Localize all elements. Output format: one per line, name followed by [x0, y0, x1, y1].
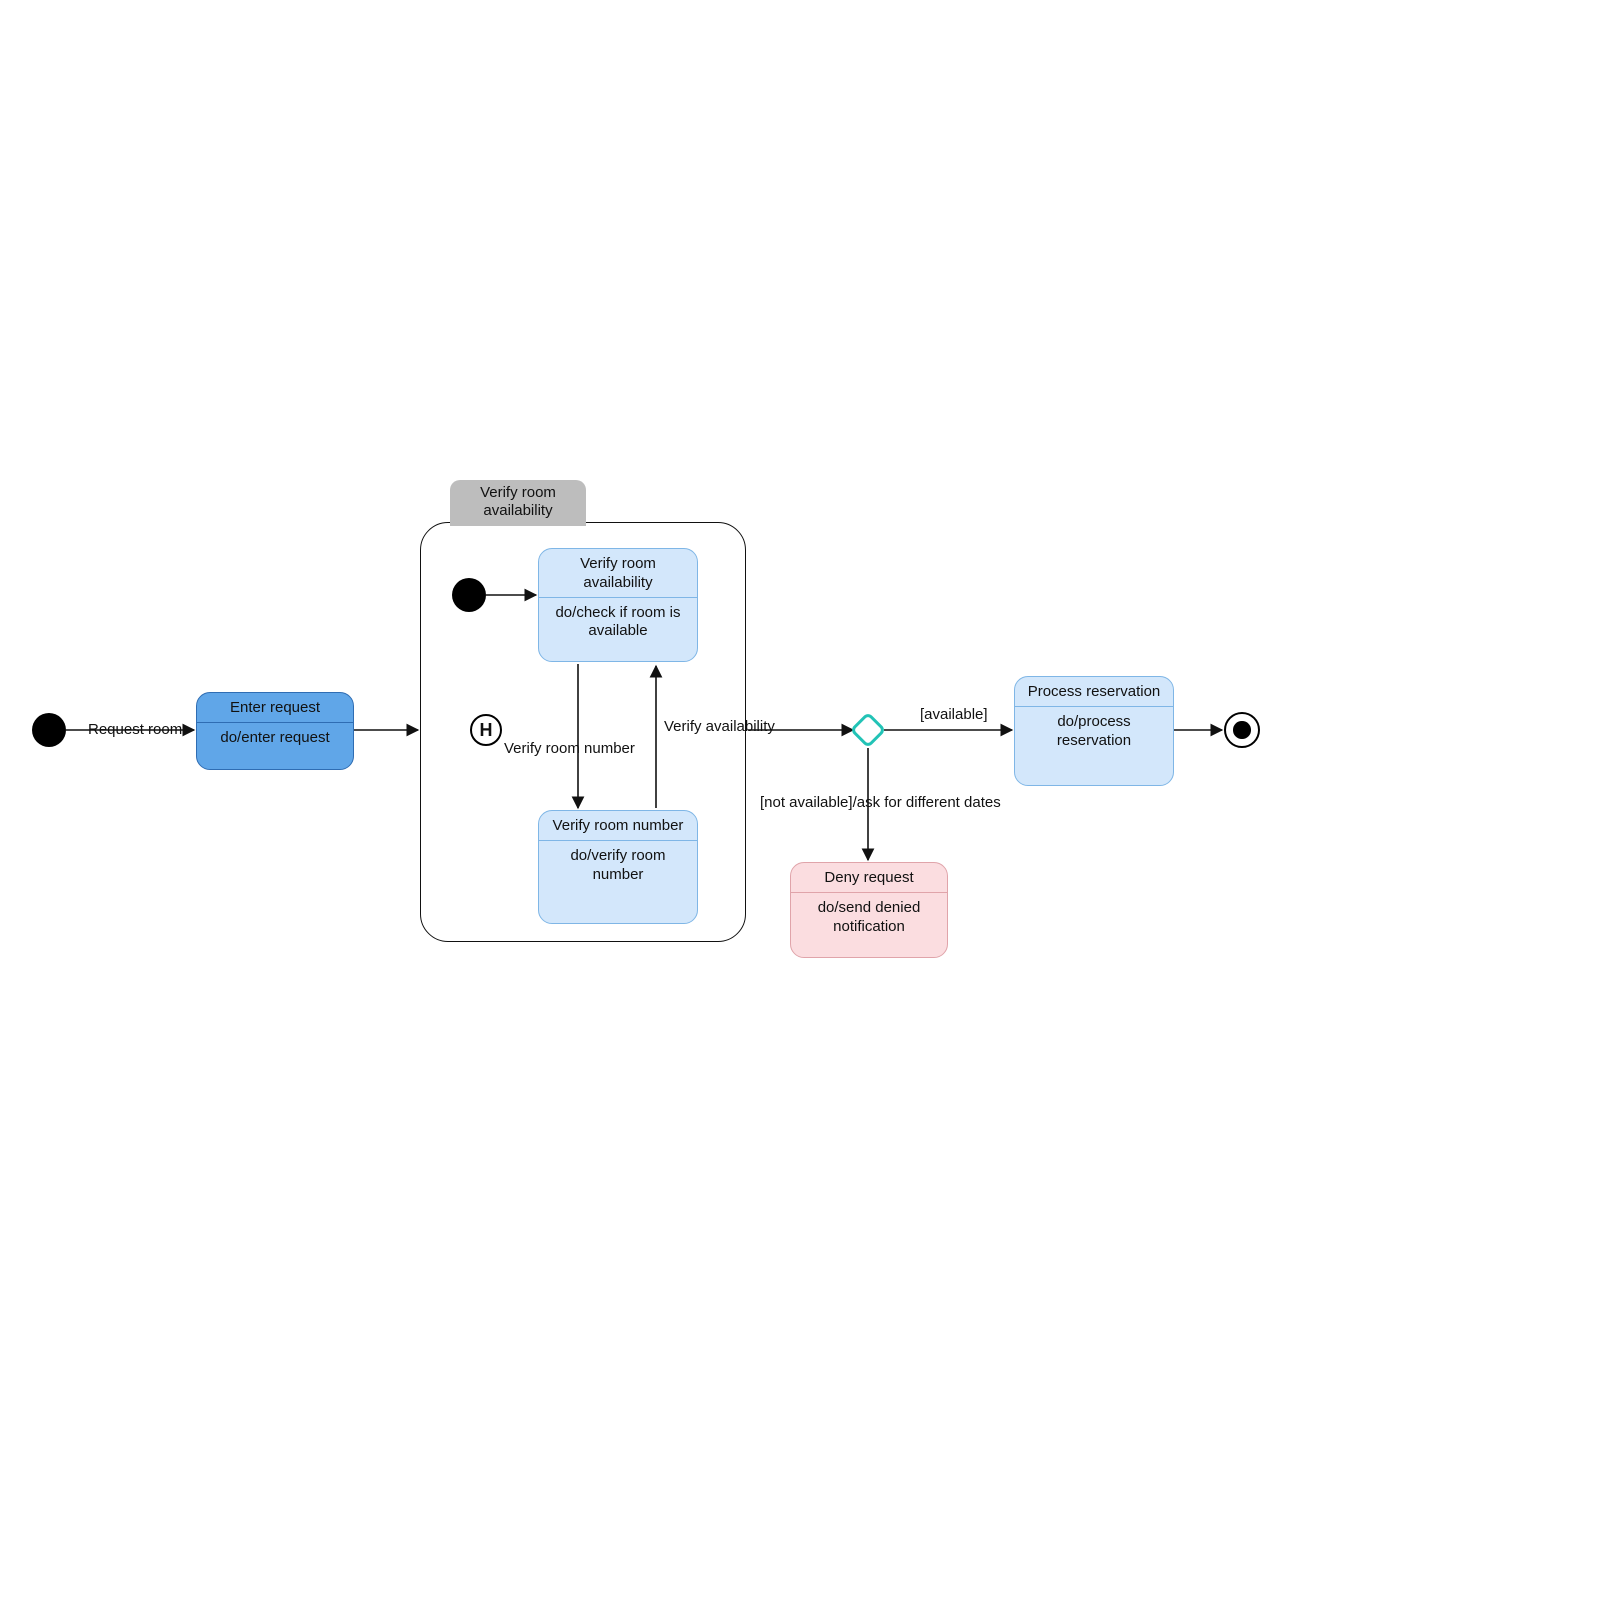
transition-label-verify-availability: Verify availability	[664, 718, 775, 735]
history-letter: H	[480, 720, 493, 741]
state-deny-request: Deny request do/send denied notification	[790, 862, 948, 958]
initial-state	[32, 713, 66, 747]
final-state	[1224, 712, 1260, 748]
state-verify-room-availability: Verify room availability do/check if roo…	[538, 548, 698, 662]
choice-pseudostate	[855, 717, 881, 743]
inner-initial-state	[452, 578, 486, 612]
state-enter-request: Enter request do/enter request	[196, 692, 354, 770]
transition-label-available: [available]	[920, 706, 988, 723]
state-body: do/verify room number	[539, 841, 697, 893]
state-title: Process reservation	[1015, 677, 1173, 706]
history-pseudostate: H	[470, 714, 502, 746]
diagram-canvas: { "labels": { "requestRoom": "Request ro…	[0, 0, 1600, 1600]
state-process-reservation: Process reservation do/process reservati…	[1014, 676, 1174, 786]
state-title: Deny request	[791, 863, 947, 892]
state-title: Enter request	[197, 693, 353, 722]
composite-state-label: Verify room availability	[450, 480, 586, 526]
transition-label-not-available: [not available]/ask for different dates	[760, 794, 1001, 811]
state-title: Verify room number	[539, 811, 697, 840]
diamond-icon	[850, 712, 887, 749]
transition-label-request-room: Request room	[88, 721, 182, 738]
final-state-inner	[1233, 721, 1251, 739]
state-title: Verify room availability	[539, 549, 697, 597]
state-body: do/check if room is available	[539, 598, 697, 650]
state-body: do/process reservation	[1015, 707, 1173, 759]
state-body: do/enter request	[197, 723, 353, 756]
state-body: do/send denied notification	[791, 893, 947, 945]
transition-label-verify-room-number: Verify room number	[504, 740, 635, 757]
state-verify-room-number: Verify room number do/verify room number	[538, 810, 698, 924]
